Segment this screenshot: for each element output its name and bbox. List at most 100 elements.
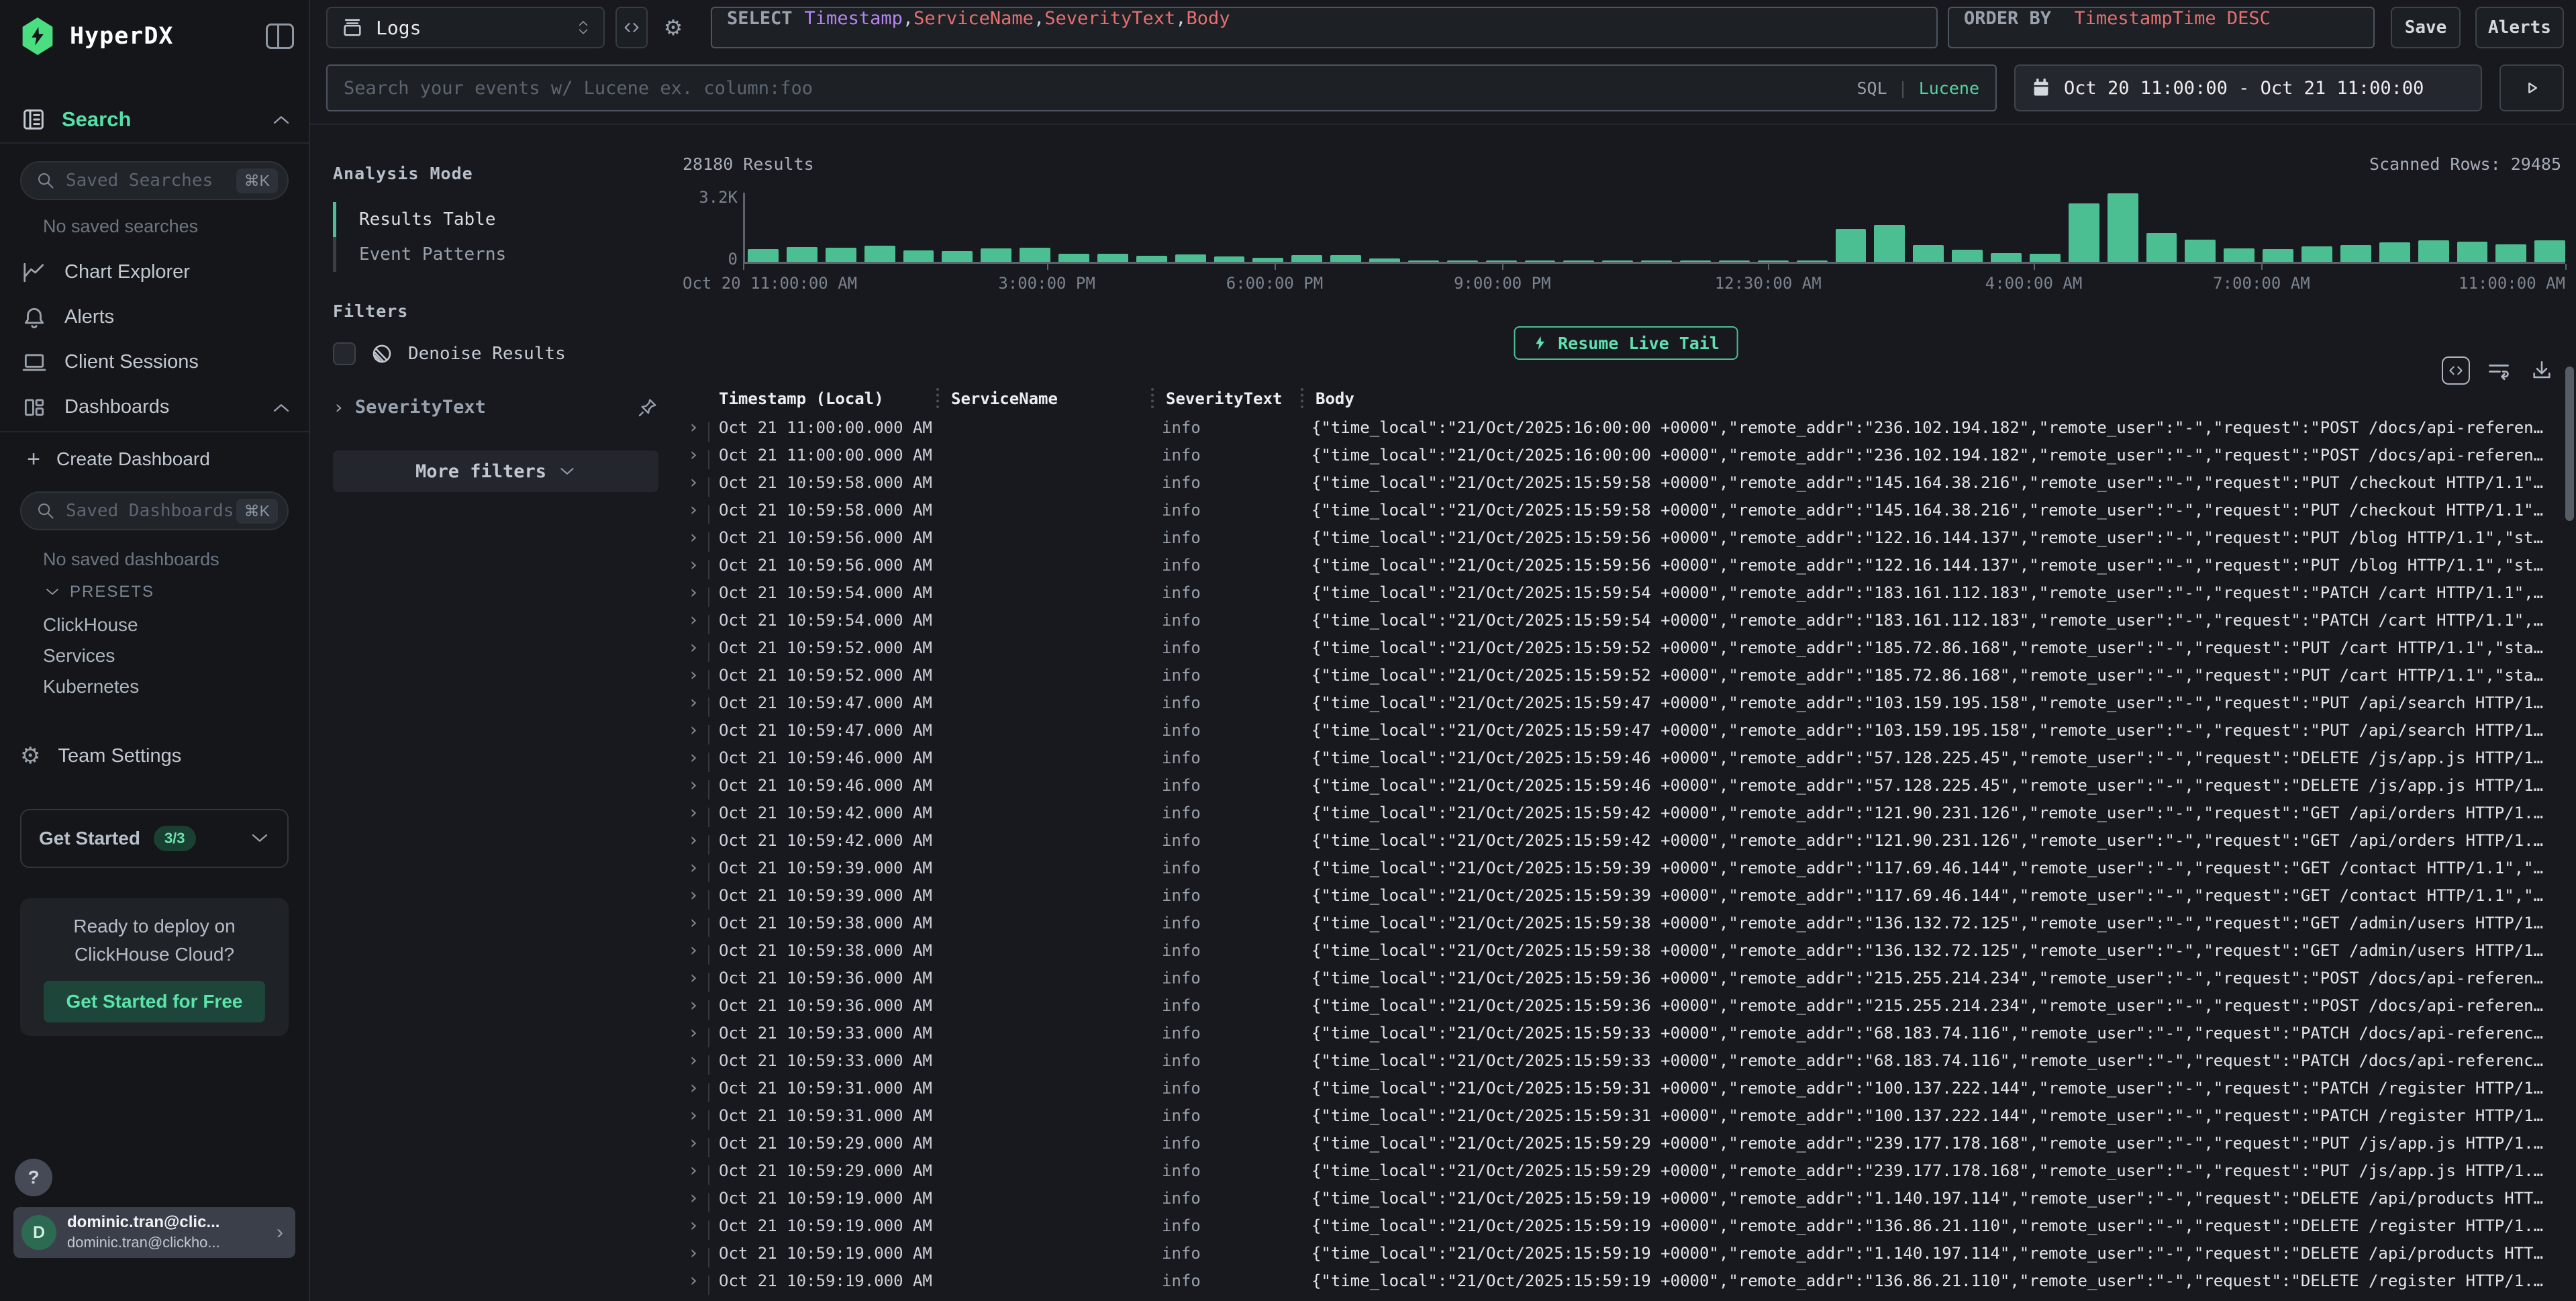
histogram-bar[interactable] <box>2069 203 2099 262</box>
histogram-bar[interactable] <box>2379 242 2410 262</box>
log-row[interactable]: ›Oct 21 10:59:19.000 AMinfo{"time_local"… <box>683 1184 2564 1212</box>
histogram-bar[interactable] <box>787 247 818 262</box>
row-expand-icon[interactable]: › <box>683 417 715 438</box>
histogram-bar[interactable] <box>748 249 779 262</box>
row-expand-icon[interactable]: › <box>683 720 715 740</box>
log-row[interactable]: ›Oct 21 10:59:46.000 AMinfo{"time_local"… <box>683 744 2564 771</box>
log-row[interactable]: ›Oct 21 10:59:47.000 AMinfo{"time_local"… <box>683 716 2564 744</box>
code-columns-button[interactable] <box>2442 356 2470 385</box>
row-expand-icon[interactable]: › <box>683 527 715 548</box>
get-started-free-button[interactable]: Get Started for Free <box>44 981 266 1022</box>
log-row[interactable]: ›Oct 21 10:59:33.000 AMinfo{"time_local"… <box>683 1047 2564 1074</box>
row-expand-icon[interactable]: › <box>683 610 715 630</box>
log-row[interactable]: ›Oct 21 10:59:42.000 AMinfo{"time_local"… <box>683 799 2564 826</box>
histogram-bar[interactable] <box>2457 242 2488 262</box>
download-button[interactable] <box>2528 356 2556 385</box>
histogram-bar[interactable] <box>1330 255 1361 262</box>
row-expand-icon[interactable]: › <box>683 802 715 823</box>
row-expand-icon[interactable]: › <box>683 857 715 878</box>
lucene-search-input[interactable]: Search your events w/ Lucene ex. column:… <box>326 64 1997 111</box>
histogram-bar[interactable] <box>2301 246 2332 262</box>
column-severitytext[interactable]: SeverityText <box>1162 389 1311 408</box>
row-expand-icon[interactable]: › <box>683 967 715 988</box>
row-expand-icon[interactable]: › <box>683 1243 715 1263</box>
sidebar-item-team-settings[interactable]: ⚙ Team Settings <box>20 737 289 775</box>
histogram-bar[interactable] <box>1991 253 2022 262</box>
help-button[interactable]: ? <box>15 1159 52 1196</box>
create-dashboard-button[interactable]: + Create Dashboard <box>20 442 289 477</box>
column-servicename[interactable]: ServiceName <box>947 389 1162 408</box>
analysis-mode-results-table[interactable]: Results Table <box>333 202 658 237</box>
lucene-toggle[interactable]: Lucene <box>1919 79 1979 98</box>
histogram-bar[interactable] <box>1058 254 1089 262</box>
pin-icon[interactable] <box>637 397 658 418</box>
histogram-bar[interactable] <box>1952 250 1983 262</box>
log-row[interactable]: ›Oct 21 10:59:54.000 AMinfo{"time_local"… <box>683 606 2564 634</box>
log-row[interactable]: ›Oct 21 10:59:38.000 AMinfo{"time_local"… <box>683 936 2564 964</box>
log-row[interactable]: ›Oct 21 10:59:58.000 AMinfo{"time_local"… <box>683 469 2564 496</box>
log-row[interactable]: ›Oct 21 10:59:39.000 AMinfo{"time_local"… <box>683 854 2564 881</box>
row-expand-icon[interactable]: › <box>683 665 715 685</box>
row-expand-icon[interactable]: › <box>683 747 715 768</box>
histogram-bar[interactable] <box>1175 254 1206 262</box>
histogram-bar[interactable] <box>1020 248 1050 262</box>
log-row[interactable]: ›Oct 21 10:59:19.000 AMinfo{"time_local"… <box>683 1267 2564 1294</box>
row-expand-icon[interactable]: › <box>683 1160 715 1181</box>
log-row[interactable]: ›Oct 21 10:59:29.000 AMinfo{"time_local"… <box>683 1157 2564 1184</box>
log-row[interactable]: ›Oct 21 10:59:17.000 AMinfo{"time_local"… <box>683 1294 2564 1301</box>
code-view-button[interactable] <box>615 7 648 48</box>
log-row[interactable]: ›Oct 21 10:59:56.000 AMinfo{"time_local"… <box>683 524 2564 551</box>
log-row[interactable]: ›Oct 21 11:00:00.000 AMinfo{"time_local"… <box>683 441 2564 469</box>
row-expand-icon[interactable]: › <box>683 995 715 1016</box>
denoise-checkbox[interactable] <box>333 342 356 365</box>
histogram-bar[interactable] <box>1836 229 1867 262</box>
row-expand-icon[interactable]: › <box>683 1050 715 1071</box>
row-expand-icon[interactable]: › <box>683 555 715 575</box>
row-expand-icon[interactable]: › <box>683 1077 715 1098</box>
log-row[interactable]: ›Oct 21 10:59:36.000 AMinfo{"time_local"… <box>683 992 2564 1019</box>
histogram-bar[interactable] <box>942 251 973 262</box>
sidebar-item-dashboards[interactable]: Dashboards <box>0 385 309 430</box>
row-expand-icon[interactable]: › <box>683 1105 715 1126</box>
log-row[interactable]: ›Oct 21 10:59:52.000 AMinfo{"time_local"… <box>683 634 2564 661</box>
histogram-bar[interactable] <box>2030 254 2061 262</box>
user-menu[interactable]: D dominic.tran@clic... dominic.tran@clic… <box>13 1207 295 1258</box>
log-row[interactable]: ›Oct 21 10:59:36.000 AMinfo{"time_local"… <box>683 964 2564 992</box>
histogram-bar[interactable] <box>2146 233 2177 262</box>
histogram-bar[interactable] <box>2340 245 2371 262</box>
histogram-bar[interactable] <box>2495 244 2526 262</box>
histogram-bar[interactable] <box>1214 256 1245 262</box>
alerts-button[interactable]: Alerts <box>2475 7 2564 48</box>
row-expand-icon[interactable]: › <box>683 912 715 933</box>
row-expand-icon[interactable]: › <box>683 1298 715 1301</box>
log-row[interactable]: ›Oct 21 10:59:33.000 AMinfo{"time_local"… <box>683 1019 2564 1047</box>
sql-toggle[interactable]: SQL <box>1856 79 1887 98</box>
row-expand-icon[interactable]: › <box>683 692 715 713</box>
column-body[interactable]: Body <box>1311 389 2548 408</box>
histogram-bar[interactable] <box>981 248 1011 262</box>
row-expand-icon[interactable]: › <box>683 940 715 961</box>
get-started-dropdown[interactable]: Get Started 3/3 <box>20 809 289 868</box>
log-row[interactable]: ›Oct 21 10:59:19.000 AMinfo{"time_local"… <box>683 1239 2564 1267</box>
sidebar-item-search[interactable]: Search <box>20 102 291 137</box>
source-select[interactable]: Logs <box>326 7 605 48</box>
histogram-bar[interactable] <box>864 246 895 262</box>
log-row[interactable]: ›Oct 21 10:59:52.000 AMinfo{"time_local"… <box>683 661 2564 689</box>
log-row[interactable]: ›Oct 21 10:59:54.000 AMinfo{"time_local"… <box>683 579 2564 606</box>
log-row[interactable]: ›Oct 21 10:59:42.000 AMinfo{"time_local"… <box>683 826 2564 854</box>
saved-dashboards-input[interactable]: Saved Dashboards ⌘K <box>20 491 289 530</box>
resume-live-tail-button[interactable]: Resume Live Tail <box>1514 326 1738 360</box>
sidebar-collapse-icon[interactable] <box>266 23 294 49</box>
histogram-bar[interactable] <box>2418 240 2449 262</box>
histogram-bar[interactable] <box>903 250 934 262</box>
scrollbar-thumb[interactable] <box>2565 367 2574 521</box>
log-row[interactable]: ›Oct 21 10:59:31.000 AMinfo{"time_local"… <box>683 1074 2564 1102</box>
histogram-bar[interactable] <box>1136 256 1167 262</box>
more-filters-button[interactable]: More filters <box>333 450 658 492</box>
date-range-picker[interactable]: Oct 20 11:00:00 - Oct 21 11:00:00 <box>2014 64 2482 111</box>
log-row[interactable]: ›Oct 21 10:59:47.000 AMinfo{"time_local"… <box>683 689 2564 716</box>
row-expand-icon[interactable]: › <box>683 582 715 603</box>
row-expand-icon[interactable]: › <box>683 472 715 493</box>
sidebar-item-alerts[interactable]: Alerts <box>0 295 309 340</box>
histogram-bar[interactable] <box>1874 225 1905 262</box>
